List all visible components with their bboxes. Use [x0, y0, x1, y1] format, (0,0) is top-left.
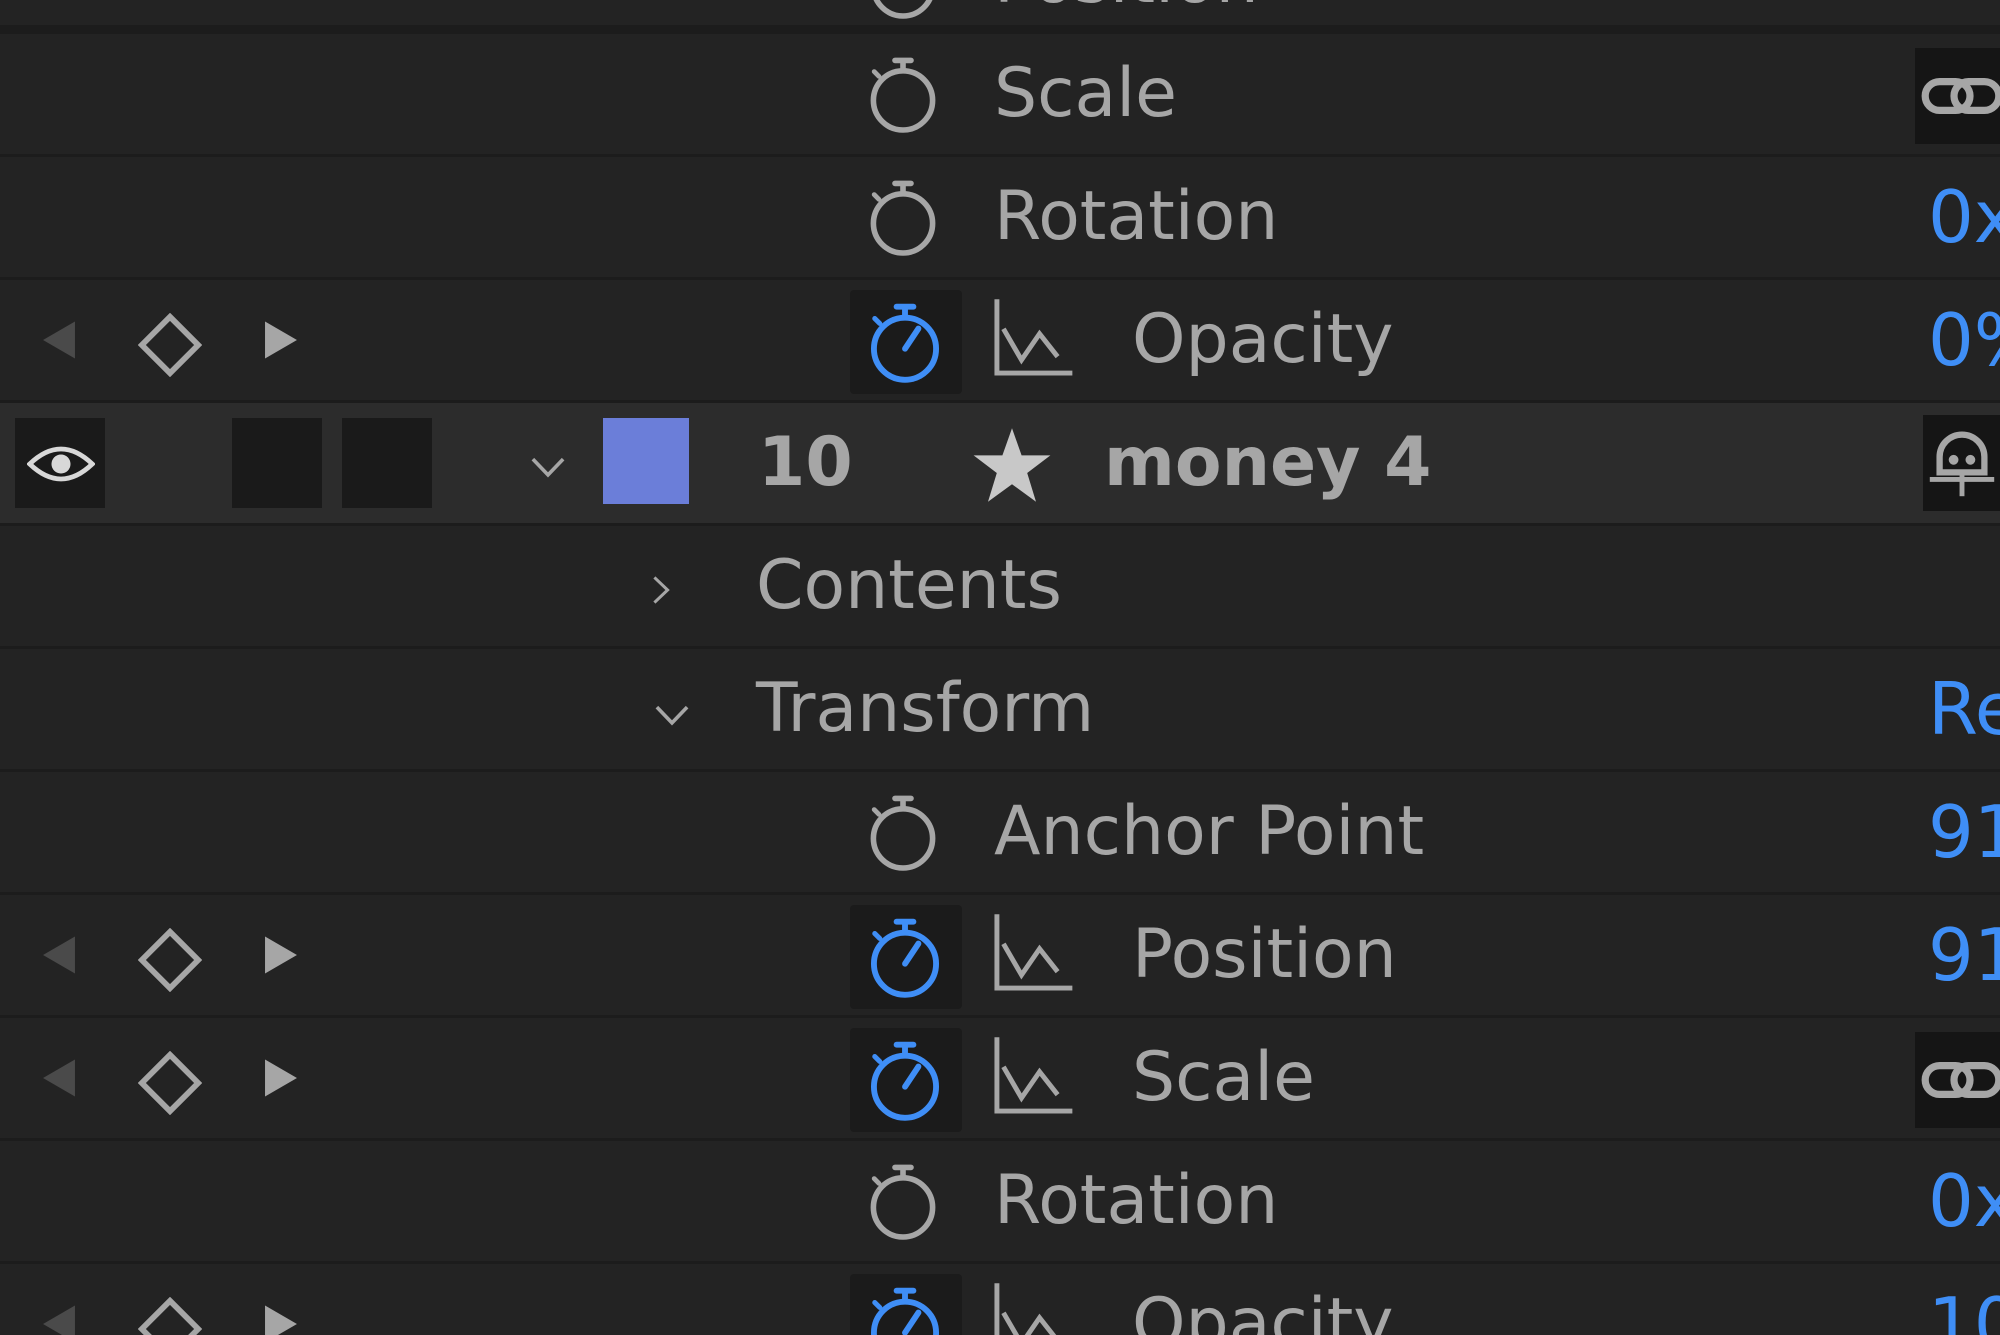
property-value[interactable]: 0x: [1928, 1141, 2000, 1261]
chevron-down-icon[interactable]: [520, 449, 576, 485]
property-value[interactable]: 91: [1928, 895, 2000, 1015]
property-label: Anchor Point: [994, 792, 1425, 871]
link-icon: [1921, 72, 2000, 120]
eye-icon: [27, 443, 95, 485]
property-label: Rotation: [994, 177, 1279, 256]
keyframe-prev-icon[interactable]: [38, 1299, 80, 1335]
keyframe-prev-icon[interactable]: [38, 930, 80, 980]
stopwatch-icon[interactable]: [863, 0, 943, 20]
stopwatch-icon: [863, 300, 947, 384]
property-label: Scale: [1132, 1038, 1315, 1117]
group-label: Contents: [756, 546, 1062, 625]
layer-name[interactable]: money 4: [1104, 403, 1431, 523]
timeline-layer-panel: Position Scale Rotation 0x Opacity 0%: [0, 0, 2000, 1335]
graph-icon[interactable]: [992, 1034, 1074, 1116]
stopwatch-button[interactable]: [850, 1028, 962, 1132]
keyframe-next-icon[interactable]: [260, 1299, 302, 1335]
label-color-swatch[interactable]: [603, 418, 689, 504]
solo-switch[interactable]: [232, 418, 322, 508]
property-row-opacity[interactable]: Opacity 0%: [0, 280, 2000, 400]
property-row-opacity-2[interactable]: Opacity 10: [0, 1264, 2000, 1335]
property-row-rotation-2[interactable]: Rotation 0x: [0, 1141, 2000, 1261]
keyframe-next-icon[interactable]: [260, 930, 302, 980]
stopwatch-icon[interactable]: [863, 1161, 943, 1241]
layer-number: 10: [758, 423, 853, 502]
group-label: Transform: [756, 669, 1095, 748]
property-label: Opacity: [1132, 1284, 1394, 1335]
property-label: Rotation: [994, 1161, 1279, 1240]
keyframe-next-icon[interactable]: [260, 1053, 302, 1103]
keyframe-next-icon[interactable]: [260, 315, 302, 365]
property-label: Position: [1132, 915, 1397, 994]
graph-icon[interactable]: [992, 911, 1074, 993]
keyframe-diamond-icon[interactable]: [138, 313, 202, 377]
stopwatch-icon[interactable]: [863, 177, 943, 257]
parent-pickwhip-icon: [1925, 429, 1999, 499]
keyframe-diamond-icon[interactable]: [138, 928, 202, 992]
stopwatch-icon: [863, 1284, 947, 1335]
property-value[interactable]: 0x: [1928, 157, 2000, 277]
stopwatch-icon: [863, 1038, 947, 1122]
property-row-scale-keyframed[interactable]: Scale: [0, 1018, 2000, 1138]
group-row-transform[interactable]: Transform Re: [0, 649, 2000, 769]
keyframe-prev-icon[interactable]: [38, 315, 80, 365]
lock-switch[interactable]: [342, 418, 432, 508]
property-value[interactable]: 91: [1928, 772, 2000, 892]
property-label: Scale: [994, 54, 1177, 133]
property-row-position[interactable]: Position 91: [0, 895, 2000, 1015]
keyframe-diamond-icon[interactable]: [138, 1051, 202, 1115]
stopwatch-button[interactable]: [850, 905, 962, 1009]
reset-link[interactable]: Re: [1928, 649, 2000, 769]
graph-icon[interactable]: [992, 296, 1074, 378]
property-label: Opacity: [1132, 300, 1394, 379]
stopwatch-button[interactable]: [850, 290, 962, 394]
property-row-anchor-point[interactable]: Anchor Point 91: [0, 772, 2000, 892]
keyframe-prev-icon[interactable]: [38, 1053, 80, 1103]
chevron-right-icon[interactable]: [646, 564, 676, 616]
constrain-proportions-toggle[interactable]: [1915, 48, 2000, 144]
group-row-contents[interactable]: Contents: [0, 526, 2000, 646]
graph-icon[interactable]: [992, 1280, 1074, 1335]
shape-layer-star-icon: [970, 425, 1054, 505]
layer-row-money-4[interactable]: 10 money 4: [0, 403, 2000, 523]
property-row-scale[interactable]: Scale: [0, 34, 2000, 154]
constrain-proportions-toggle[interactable]: [1915, 1032, 2000, 1128]
property-row-rotation[interactable]: Rotation 0x: [0, 157, 2000, 277]
property-value[interactable]: 0%: [1928, 280, 2000, 400]
link-icon: [1921, 1056, 2000, 1104]
parent-pickwhip[interactable]: [1923, 415, 2000, 511]
stopwatch-icon: [863, 915, 947, 999]
stopwatch-button[interactable]: [850, 1274, 962, 1335]
visibility-switch[interactable]: [15, 418, 105, 508]
stopwatch-icon[interactable]: [863, 792, 943, 872]
property-row-position-partial[interactable]: Position: [0, 0, 2000, 25]
chevron-down-icon[interactable]: [644, 697, 700, 733]
stopwatch-icon[interactable]: [863, 54, 943, 134]
property-value[interactable]: 10: [1928, 1264, 2000, 1335]
keyframe-diamond-icon[interactable]: [138, 1297, 202, 1335]
